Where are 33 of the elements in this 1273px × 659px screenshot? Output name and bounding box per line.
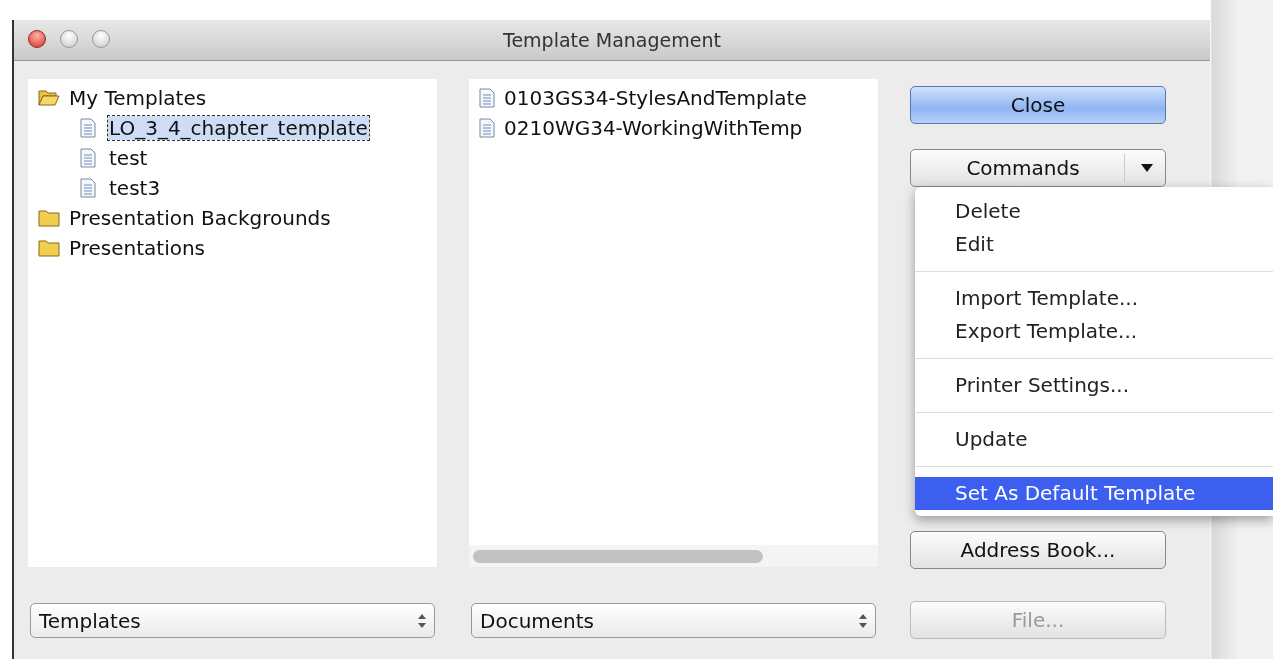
menu-item[interactable]: Printer Settings... — [915, 369, 1273, 402]
document-icon — [479, 88, 495, 108]
tree-item[interactable]: LO_3_4_chapter_template — [108, 116, 369, 140]
caret-icon — [1141, 164, 1153, 172]
tree-item[interactable]: Presentations — [68, 236, 207, 260]
dialog-button[interactable]: Close — [910, 86, 1166, 124]
tree-item[interactable]: My Templates — [68, 86, 208, 110]
document-icon — [80, 118, 96, 138]
menu-item[interactable]: Import Template... — [915, 282, 1273, 315]
tree-item[interactable]: test3 — [108, 176, 162, 200]
menu-item[interactable]: Edit — [915, 228, 1273, 261]
document-icon — [80, 178, 96, 198]
tree-item[interactable]: Presentation Backgrounds — [68, 206, 332, 230]
tree-item[interactable]: test — [108, 146, 149, 170]
minimize-window-button[interactable] — [60, 30, 78, 48]
updown-arrows-icon — [859, 613, 867, 628]
source-select[interactable]: Documents — [471, 603, 876, 638]
menu-item[interactable]: Export Template... — [915, 315, 1273, 348]
document-icon — [80, 148, 96, 168]
scrollbar-thumb[interactable] — [473, 549, 763, 563]
menu-item[interactable]: Update — [915, 423, 1273, 456]
menu-item[interactable]: Set As Default Template — [915, 477, 1273, 510]
dialog-button[interactable]: Address Book... — [910, 531, 1166, 569]
menu-item[interactable]: Delete — [915, 195, 1273, 228]
zoom-window-button[interactable] — [92, 30, 110, 48]
document-item[interactable]: 0103GS34-StylesAndTemplate — [503, 86, 808, 110]
document-icon — [479, 118, 495, 138]
window-title: Template Management — [503, 29, 721, 51]
document-item[interactable]: 0210WG34-WorkingWithTemp — [503, 116, 804, 140]
updown-arrows-icon — [418, 613, 426, 628]
category-select[interactable]: Templates — [30, 603, 435, 638]
close-window-button[interactable] — [28, 30, 46, 48]
menu-button[interactable]: Commands — [910, 149, 1166, 187]
